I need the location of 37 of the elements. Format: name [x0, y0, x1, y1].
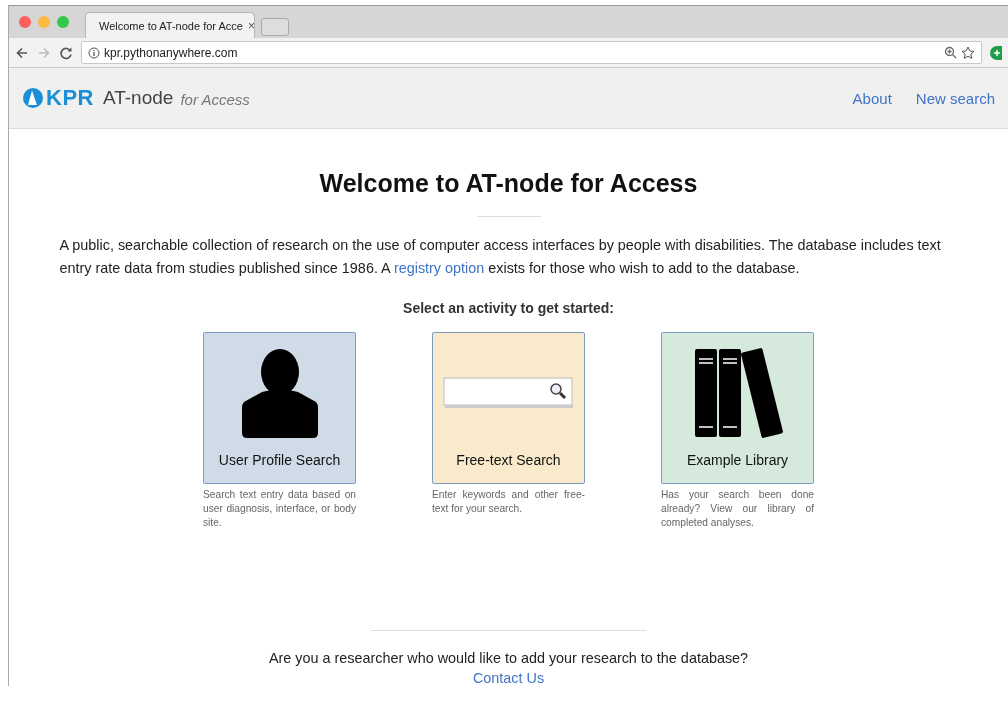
tab-title: Welcome to AT-node for Acce — [99, 19, 243, 32]
extension-icon — [990, 45, 1002, 60]
activity-card[interactable]: Free-text Search — [432, 332, 585, 484]
reload-icon — [59, 45, 73, 60]
window-control[interactable] — [19, 16, 31, 28]
info-icon — [88, 46, 100, 59]
person-icon — [239, 347, 320, 438]
page-title: Welcome to AT-node for Access — [319, 169, 698, 198]
card-description: Has your search been done already? View our library of completed analyses. — [661, 488, 814, 530]
logo-icon — [23, 88, 43, 108]
window-control[interactable] — [38, 16, 50, 28]
card-description: Search text entry data based on user diagnosis, interface, or body site. — [203, 488, 356, 530]
zoom-icon — [944, 46, 957, 59]
contact-link[interactable]: Contact Us — [472, 670, 545, 686]
close-icon[interactable]: × — [247, 18, 255, 33]
books-icon — [692, 346, 783, 439]
search-field-icon — [442, 376, 575, 409]
activity-card[interactable]: Example Library — [661, 332, 814, 484]
section-prompt: Select an activity to get started: — [403, 300, 614, 316]
product-tagline: for Access — [180, 91, 250, 108]
window-control[interactable] — [57, 16, 69, 28]
nav-link[interactable]: New search — [915, 89, 995, 107]
product-name: AT-node — [102, 87, 174, 109]
browser-tab[interactable]: Welcome to AT-node for Acce × — [85, 12, 255, 38]
star-icon — [961, 45, 975, 60]
footer-question: Are you a researcher who would like to add your research to the database? — [268, 650, 749, 666]
activity-card[interactable]: User Profile Search — [203, 332, 356, 484]
nav-link[interactable]: About — [852, 89, 892, 107]
url-text: kpr.pythonanywhere.com — [104, 45, 238, 60]
forward-icon — [37, 45, 51, 60]
intro-paragraph: A public, searchable collection of research on the use of computer access interfaces by people with disabilities. The database includes text entry rate data from studies published since 1986. A registry option exists for those who wish to add to the database. — [59, 236, 942, 278]
address-bar[interactable]: kpr.pythonanywhere.com — [81, 41, 982, 64]
card-description: Enter keywords and other free-text for your search. — [432, 488, 585, 516]
back-icon — [15, 45, 29, 60]
new-tab-button[interactable] — [261, 18, 289, 36]
logo-text: KPR — [46, 85, 94, 111]
registry-link[interactable]: registry option — [393, 260, 485, 276]
